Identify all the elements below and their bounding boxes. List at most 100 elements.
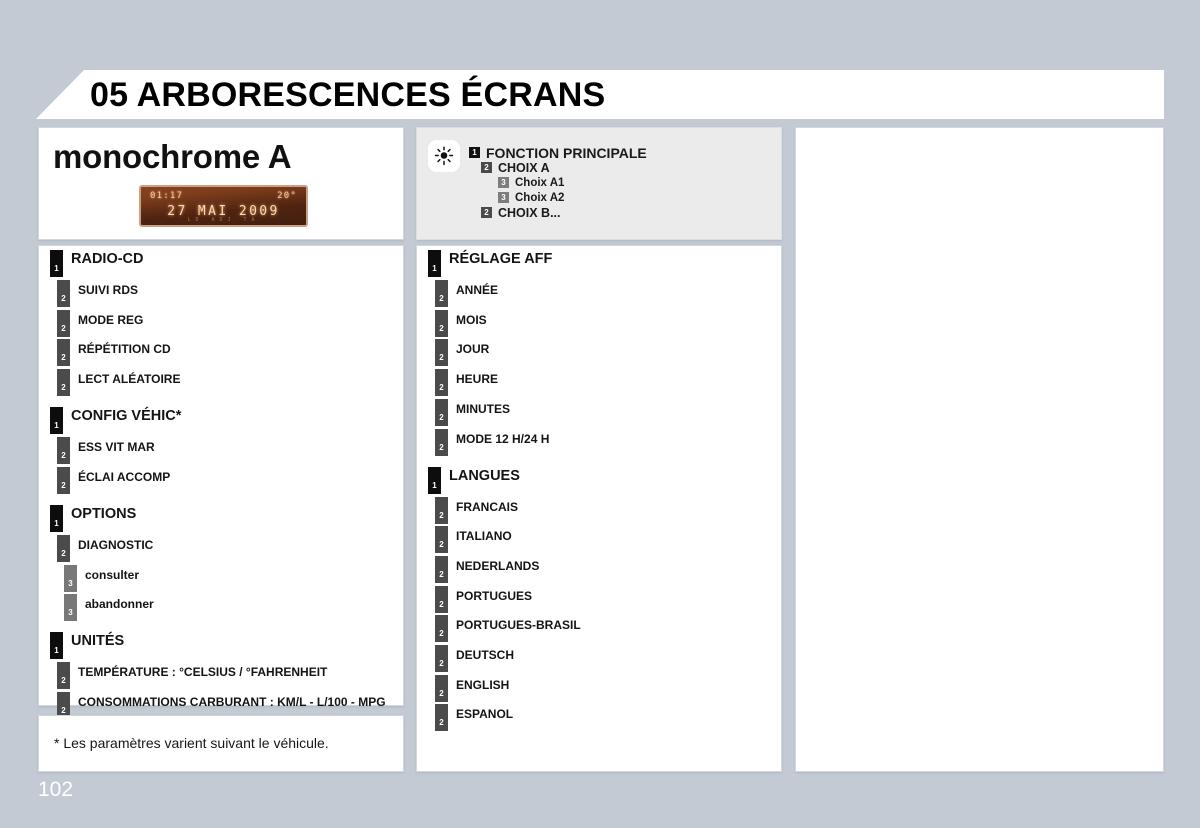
level-marker-2: 2 [435, 585, 448, 613]
tree-item[interactable]: 2 NEDERLANDS [435, 555, 540, 583]
right-empty-panel [795, 127, 1164, 772]
level-marker-2: 2 [435, 280, 448, 307]
level-marker-1: 1 [50, 407, 63, 435]
legend-row: 3 Choix A2 [498, 190, 647, 205]
tree-item[interactable]: 2 ÉCLAI ACCOMP [57, 466, 171, 494]
level-marker-2: 2 [57, 369, 70, 397]
tree-item-label: SUIVI RDS [78, 283, 139, 297]
brightness-sun-icon [428, 140, 460, 172]
tree-item[interactable]: 2 MOIS [435, 309, 487, 337]
legend-row: 1 FONCTION PRINCIPALE [469, 145, 647, 161]
tree-item-label: LECT ALÉATOIRE [78, 372, 181, 387]
legend-row: 3 Choix A1 [498, 175, 647, 190]
legend-row-label: Choix A1 [515, 176, 565, 189]
footnote-panel: * Les paramètres varient suivant le véhi… [38, 715, 404, 772]
tree-item-label: RÉPÉTITION CD [78, 342, 171, 357]
tree-item-label: MODE 12 H/24 H [456, 431, 550, 446]
tree-item[interactable]: 1 RÉGLAGE AFF [428, 250, 552, 277]
tree-item-label: ENGLISH [456, 677, 510, 692]
tree-item[interactable]: 2 ENGLISH [435, 674, 510, 702]
footnote-text: * Les paramètres varient suivant le véhi… [54, 735, 329, 751]
tree-item[interactable]: 2 DEUTSCH [435, 645, 514, 672]
level-marker-2: 2 [435, 555, 448, 583]
tree-item-label: ÉCLAI ACCOMP [78, 469, 171, 484]
tree-item[interactable]: 2 MODE 12 H/24 H [435, 428, 550, 456]
level-marker-2: 2 [57, 662, 70, 690]
tree-item-label: FRANCAIS [456, 499, 518, 514]
tree-item[interactable]: 2 ESS VIT MAR [57, 437, 155, 465]
level-marker-2: 2 [57, 280, 70, 307]
level-marker-1: 1 [428, 250, 441, 277]
level-marker-2: 2 [435, 674, 448, 702]
tree-item-label: ITALIANO [456, 529, 512, 544]
tree-item[interactable]: 2 PORTUGUES-BRASIL [435, 615, 581, 643]
tree-item[interactable]: 3 consulter [64, 564, 140, 592]
tree-item-label: NEDERLANDS [456, 558, 540, 573]
level-marker-3: 3 [64, 564, 77, 592]
tree-item[interactable]: 2 PORTUGUES [435, 585, 533, 613]
legend-row: 2 CHOIX A [481, 160, 647, 175]
tree-item[interactable]: 2 ITALIANO [435, 526, 512, 554]
level-badge-2: 2 [481, 162, 492, 173]
tree-item[interactable]: 1 RADIO-CD [50, 250, 144, 277]
tree-item[interactable]: 2 FRANCAIS [435, 496, 518, 524]
level-marker-1: 1 [50, 250, 63, 277]
tree-item[interactable]: 1 CONFIG VÉHIC* [50, 407, 181, 435]
tree-item-label: PORTUGUES [456, 588, 533, 603]
tree-item[interactable]: 2 TEMPÉRATURE : °CELSIUS / °FAHRENHEIT [57, 662, 327, 690]
tree-item[interactable]: 2 JOUR [435, 339, 490, 367]
tree-item[interactable]: 2 ESPANOL [435, 704, 513, 732]
lcd-time: 01:17 [150, 191, 184, 201]
level-marker-2: 2 [435, 309, 448, 337]
level-marker-2: 2 [435, 645, 448, 672]
level-marker-2: 2 [435, 496, 448, 524]
level-badge-2: 2 [481, 207, 492, 218]
legend-rows: 1 FONCTION PRINCIPALE 2 CHOIX A 3 Choix … [469, 145, 647, 220]
tree-item-label: consulter [85, 567, 140, 582]
tree-item[interactable]: 2 SUIVI RDS [57, 280, 138, 307]
legend-panel: 1 FONCTION PRINCIPALE 2 CHOIX A 3 Choix … [416, 127, 782, 240]
level-marker-2: 2 [435, 369, 448, 397]
monochrome-title: monochrome A [53, 138, 292, 175]
tree-item[interactable]: 1 LANGUES [428, 466, 520, 494]
legend-row-label: CHOIX B... [498, 205, 561, 220]
level-marker-1: 1 [428, 466, 441, 494]
tree-item[interactable]: 2 DIAGNOSTIC [57, 534, 154, 562]
tree-item-label: ANNÉE [456, 283, 499, 297]
tree-item[interactable]: 2 MODE REG [57, 309, 144, 337]
level-marker-2: 2 [435, 704, 448, 732]
tree-item[interactable]: 2 RÉPÉTITION CD [57, 339, 171, 367]
tree-item-label: RÉGLAGE AFF [449, 251, 553, 267]
legend-row-label: CHOIX A [498, 160, 550, 175]
tree-item[interactable]: 2 ANNÉE [435, 280, 498, 307]
tree-item-label: abandonner [85, 597, 154, 612]
level-marker-2: 2 [57, 437, 70, 465]
tree-item-label: DIAGNOSTIC [78, 537, 154, 552]
lcd-status-line: LD ADJ TA [187, 217, 260, 223]
level-marker-1: 1 [50, 632, 63, 660]
tree-item[interactable]: 3 abandonner [64, 594, 154, 622]
tree-item[interactable]: 1 OPTIONS [50, 504, 136, 532]
level-marker-2: 2 [57, 309, 70, 337]
tree-item-label: JOUR [456, 342, 490, 357]
lcd-temperature: 20° [277, 191, 297, 201]
level-marker-2: 2 [435, 526, 448, 554]
tree-item-label: PORTUGUES-BRASIL [456, 618, 581, 633]
tree-item-label: MODE REG [78, 312, 144, 327]
tree-item[interactable]: 2 LECT ALÉATOIRE [57, 369, 181, 397]
tree-item[interactable]: 2 HEURE [435, 369, 498, 397]
level-badge-3: 3 [498, 177, 509, 188]
lcd-display: 01:17 20° 27 MAI 2009 LD ADJ TA [139, 185, 308, 227]
tree-item-label: MOIS [456, 312, 487, 327]
tree-item-label: MINUTES [456, 401, 510, 416]
tree-item-label: CONSOMMATIONS CARBURANT : KM/L - L/100 -… [78, 694, 386, 709]
level-marker-2: 2 [435, 428, 448, 456]
tree-item-label: UNITÉS [71, 633, 125, 650]
level-marker-2: 2 [435, 339, 448, 367]
level-badge-3: 3 [498, 192, 509, 203]
tree-item[interactable]: 2 MINUTES [435, 398, 510, 426]
level-marker-2: 2 [57, 534, 70, 562]
tree-item[interactable]: 1 UNITÉS [50, 632, 125, 660]
level-marker-2: 2 [435, 398, 448, 426]
level-marker-1: 1 [50, 504, 63, 532]
